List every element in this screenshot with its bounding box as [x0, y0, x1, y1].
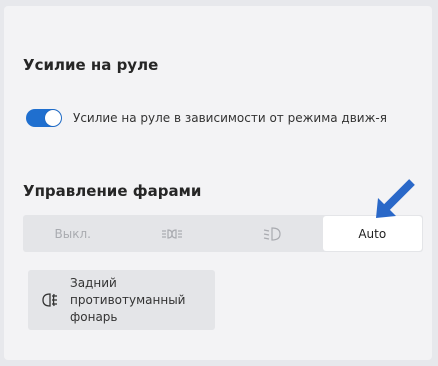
headlight-control-title: Управление фарами	[23, 182, 202, 200]
headlight-option-off-label: Выкл.	[54, 226, 91, 241]
toggle-knob	[45, 110, 61, 126]
headlight-option-off[interactable]: Выкл.	[23, 215, 123, 252]
steering-effort-title: Усилие на руле	[23, 56, 159, 74]
pointer-arrow-icon	[372, 176, 418, 226]
headlight-option-parking[interactable]	[123, 215, 223, 252]
steering-mode-toggle-label: Усилие на руле в зависимости от режима д…	[73, 111, 387, 125]
settings-panel: Усилие на руле Усилие на руле в зависимо…	[4, 6, 432, 360]
rear-fog-light-button[interactable]: Задний противотуманный фонарь	[28, 270, 215, 330]
steering-mode-toggle[interactable]	[26, 109, 62, 127]
rear-fog-light-label: Задний противотуманный фонарь	[70, 275, 186, 324]
rear-fog-light-icon	[42, 293, 60, 307]
headlight-option-low-beam[interactable]	[222, 215, 322, 252]
headlight-option-auto-label: Auto	[358, 226, 387, 241]
parking-lights-icon	[161, 228, 183, 240]
low-beam-icon	[263, 226, 281, 241]
steering-mode-toggle-row[interactable]: Усилие на руле в зависимости от режима д…	[26, 109, 387, 127]
headlight-mode-selector: Выкл. Auto	[23, 215, 423, 252]
